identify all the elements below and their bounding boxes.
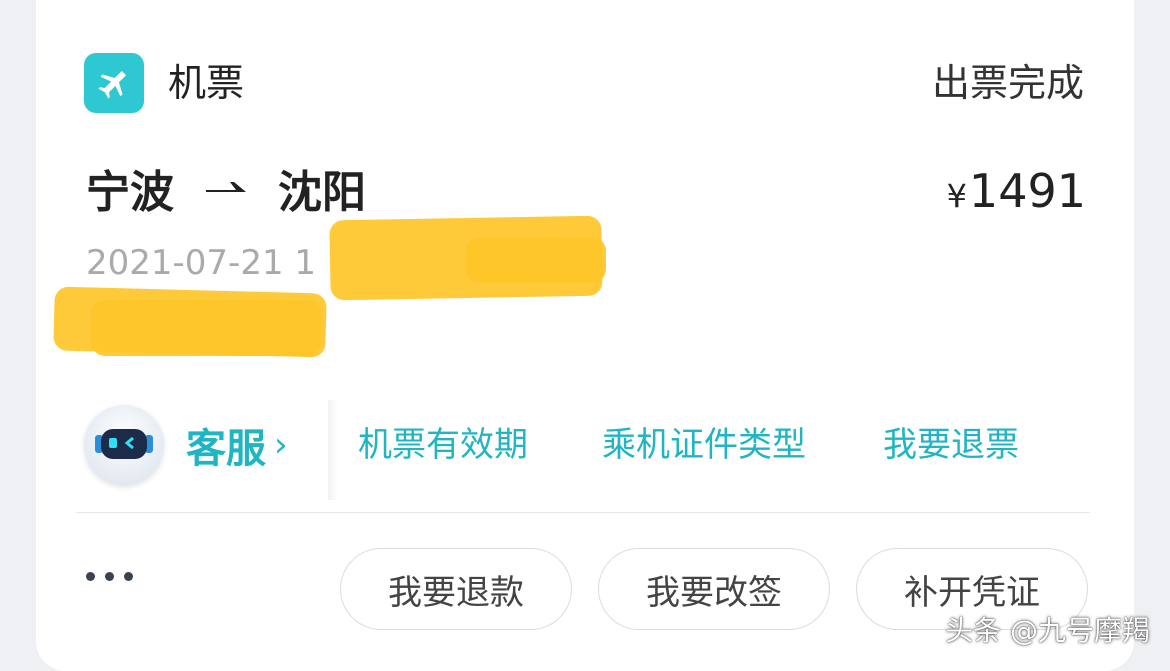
destination-city: 沈阳 xyxy=(278,167,366,218)
airplane-icon xyxy=(84,53,144,113)
chevron-right-icon: › xyxy=(274,425,288,465)
order-status: 出票完成 xyxy=(931,61,1084,105)
divider xyxy=(76,512,1090,513)
robot-avatar-icon xyxy=(84,405,164,485)
flight-date: 2021-07-21 1 xyxy=(86,243,317,283)
refund-button[interactable]: 我要退款 xyxy=(340,548,572,630)
price-amount: 1491 xyxy=(968,164,1086,218)
watermark: 头条 @九号摩羯 xyxy=(945,614,1150,647)
customer-service-button[interactable]: 客服 › xyxy=(84,405,288,485)
link-id-types[interactable]: 乘机证件类型 xyxy=(602,422,806,468)
change-ticket-button[interactable]: 我要改签 xyxy=(598,548,830,630)
flight-route: 宁波 沈阳 xyxy=(86,158,366,218)
link-refund-ticket[interactable]: 我要退票 xyxy=(883,422,1019,468)
redaction-mark xyxy=(91,300,321,356)
app-name: 机票 xyxy=(168,61,245,105)
divider xyxy=(328,400,338,500)
more-dots-icon[interactable] xyxy=(86,572,133,581)
link-ticket-validity[interactable]: 机票有效期 xyxy=(358,422,528,468)
redaction-mark xyxy=(466,237,606,283)
route-arrow-icon xyxy=(204,178,248,198)
order-card[interactable]: 机票 出票完成 宁波 沈阳 ¥1491 2021-07-21 1 客服 › 机票… xyxy=(36,0,1134,671)
ticket-price: ¥1491 xyxy=(947,160,1086,227)
service-label: 客服 xyxy=(186,426,266,472)
origin-city: 宁波 xyxy=(86,167,174,218)
price-currency: ¥ xyxy=(946,177,967,215)
